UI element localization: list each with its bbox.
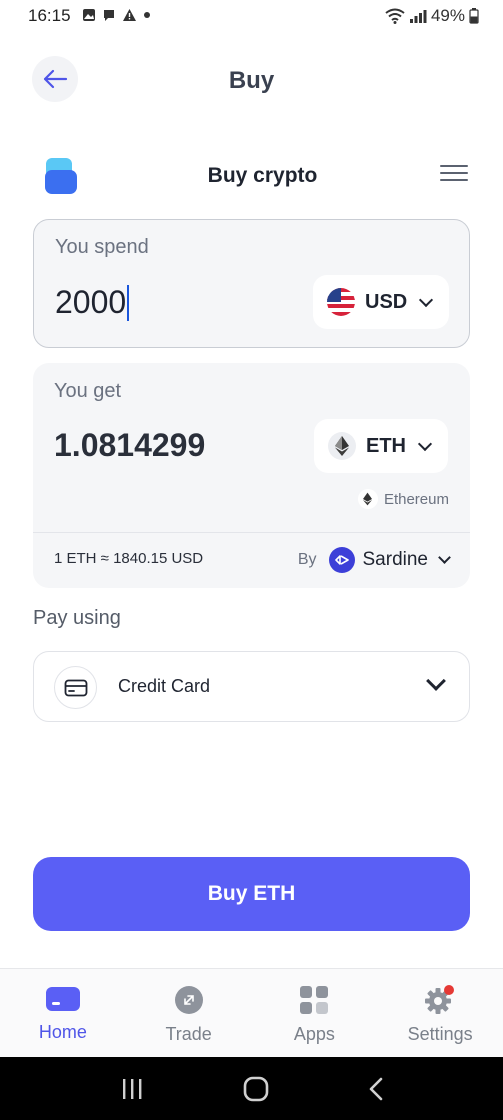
- nav-label-settings: Settings: [407, 1024, 473, 1044]
- status-time: 16:15: [28, 6, 71, 25]
- nav-item-settings[interactable]: Settings: [377, 969, 503, 1057]
- top-bar: Buy: [0, 50, 503, 114]
- menu-line: [440, 179, 468, 181]
- nav-item-apps[interactable]: Apps: [252, 969, 378, 1057]
- apps-grid-icon: [300, 986, 329, 1014]
- message-icon: [104, 10, 114, 21]
- divider: [33, 532, 470, 533]
- home-circle-icon[interactable]: [243, 1076, 269, 1102]
- exchange-rate: 1 ETH ≈ 1840.15 USD: [54, 550, 204, 567]
- buy-button[interactable]: Buy ETH: [33, 857, 470, 931]
- widget-title: Buy crypto: [207, 164, 318, 187]
- chevron-down-icon: [438, 551, 451, 564]
- spend-label: You spend: [55, 236, 149, 258]
- system-status: 49%: [385, 6, 479, 26]
- payment-method-selector[interactable]: Credit Card: [33, 651, 470, 722]
- trade-icon: [174, 986, 203, 1014]
- ethereum-icon: [357, 489, 378, 509]
- wifi-icon: [385, 8, 405, 24]
- payment-method-value: Credit Card: [118, 676, 211, 696]
- page-title: Buy: [228, 67, 275, 94]
- credit-card-icon: [54, 666, 97, 709]
- gear-icon: [425, 985, 455, 1014]
- sardine-logo-icon: [328, 547, 355, 573]
- nav-label-home: Home: [38, 1022, 87, 1042]
- spend-currency-code: USD: [365, 290, 408, 313]
- battery-icon: [469, 8, 479, 24]
- chevron-down-icon: [419, 292, 434, 307]
- provider-prefix: By: [297, 551, 317, 568]
- chevron-down-icon: [417, 436, 433, 451]
- get-currency-selector[interactable]: ETH: [314, 419, 448, 473]
- back-chevron-icon[interactable]: [368, 1077, 384, 1101]
- system-navigation-bar: [0, 1057, 503, 1120]
- get-label: You get: [54, 380, 122, 402]
- spend-amount-value: 2000: [55, 284, 127, 320]
- nav-label-apps: Apps: [293, 1024, 335, 1044]
- notification-icons: [82, 8, 151, 22]
- dot-icon: [144, 12, 150, 18]
- text-caret: [127, 284, 130, 321]
- chevron-down-icon: [426, 671, 446, 691]
- signal-icon: [409, 10, 427, 23]
- network-badge: Ethereum: [357, 489, 449, 509]
- nav-item-trade[interactable]: Trade: [126, 969, 252, 1057]
- get-card: You get 1.0814299 ETH Ethereum 1 ETH ≈ 1…: [33, 363, 470, 588]
- menu-line: [440, 165, 468, 167]
- home-icon: [45, 987, 80, 1011]
- provider-selector[interactable]: By Sardine: [297, 547, 451, 573]
- notification-dot: [444, 985, 455, 995]
- us-flag-icon: [327, 288, 355, 316]
- image-icon: [83, 9, 95, 21]
- widget-header: Buy crypto: [0, 150, 503, 206]
- nav-label-trade: Trade: [165, 1024, 212, 1044]
- menu-line: [440, 172, 468, 174]
- network-name: Ethereum: [383, 490, 449, 508]
- bottom-nav: Home Trade Apps Settings: [0, 968, 503, 1057]
- spend-amount-input[interactable]: 2000: [55, 284, 130, 321]
- pay-using-label: Pay using: [33, 607, 121, 629]
- get-amount-value: 1.0814299: [54, 427, 206, 463]
- provider-name: Sardine: [362, 549, 429, 570]
- get-currency-code: ETH: [366, 434, 406, 457]
- alert-icon: [123, 9, 136, 21]
- eth-icon: [328, 432, 356, 460]
- nav-item-home[interactable]: Home: [0, 969, 126, 1057]
- status-bar: 16:15 49%: [0, 0, 503, 34]
- spend-currency-selector[interactable]: USD: [313, 275, 449, 329]
- recent-apps-icon[interactable]: [120, 1078, 144, 1100]
- menu-button[interactable]: [440, 162, 468, 184]
- battery-percent: 49%: [430, 6, 465, 25]
- spend-card: You spend 2000 USD: [33, 219, 470, 348]
